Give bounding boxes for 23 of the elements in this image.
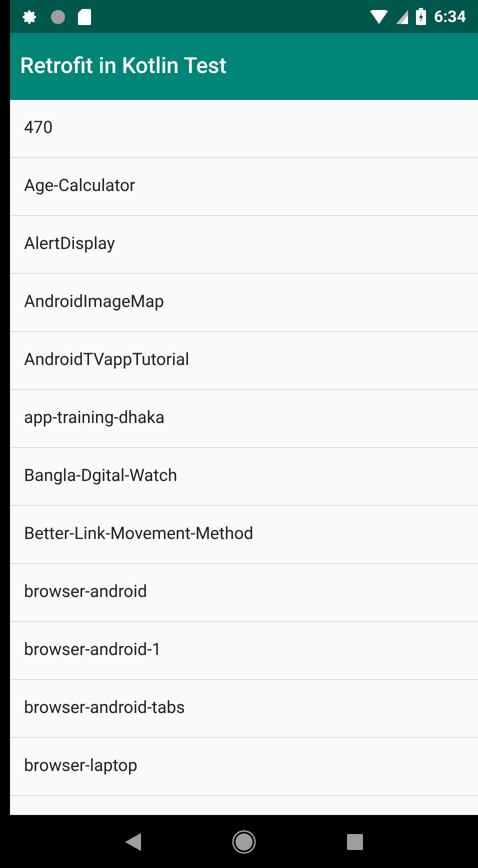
app-title: Retrofit in Kotlin Test xyxy=(20,53,227,81)
home-icon[interactable] xyxy=(232,830,256,854)
list-item[interactable]: browser-laptop xyxy=(10,738,478,796)
list-item[interactable]: 470 xyxy=(10,100,478,158)
list-item[interactable]: app-training-dhaka xyxy=(10,390,478,448)
list-item[interactable]: AlertDisplay xyxy=(10,216,478,274)
wifi-icon xyxy=(370,10,388,24)
list-item[interactable]: Better-Link-Movement-Method xyxy=(10,506,478,564)
battery-icon xyxy=(416,8,426,25)
list-item[interactable]: browser-android xyxy=(10,564,478,622)
signal-icon xyxy=(396,10,408,24)
dot-icon xyxy=(50,8,66,24)
sd-card-icon xyxy=(78,8,91,24)
list-item[interactable]: Age-Calculator xyxy=(10,158,478,216)
gear-icon xyxy=(22,8,38,24)
list-item[interactable]: Bangla-Dgital-Watch xyxy=(10,448,478,506)
list-item[interactable]: browser-android-tabs xyxy=(10,680,478,738)
overview-icon[interactable] xyxy=(346,834,363,850)
back-icon[interactable] xyxy=(125,832,142,850)
list-item[interactable]: AndroidTVappTutorial xyxy=(10,332,478,390)
list-item[interactable]: AndroidImageMap xyxy=(10,274,478,332)
clock: 6:34 xyxy=(434,6,466,28)
list-item[interactable]: browser-android-1 xyxy=(10,622,478,680)
